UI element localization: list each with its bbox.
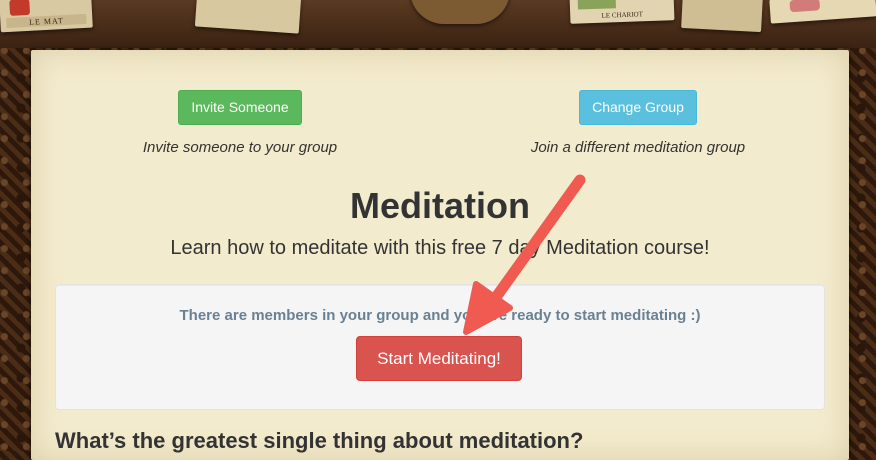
status-message: There are members in your group and you …	[179, 307, 701, 324]
card-artwork	[577, 0, 617, 10]
change-group-section: Change Group Join a different meditation…	[508, 90, 768, 156]
tarot-card-le-chariot: LE CHARIOT	[569, 0, 675, 24]
content-panel: Invite Someone Invite someone to your gr…	[31, 50, 849, 460]
change-group-caption: Join a different meditation group	[530, 139, 746, 156]
start-meditating-button[interactable]: Start Meditating!	[356, 336, 522, 381]
start-panel: There are members in your group and you …	[55, 284, 825, 410]
page-title: Meditation	[350, 185, 530, 226]
invite-someone-button[interactable]: Invite Someone	[178, 90, 302, 125]
tarot-card	[681, 0, 763, 33]
decorative-header: LE MAT LE CHARIOT	[0, 0, 876, 48]
tarot-card	[194, 0, 302, 34]
invite-caption: Invite someone to your group	[142, 139, 338, 156]
hat-decoration	[410, 0, 510, 24]
card-label: LE CHARIOT	[601, 10, 644, 20]
tarot-card	[769, 0, 876, 24]
card-artwork	[789, 0, 821, 13]
page-subtitle: Learn how to meditate with this free 7 d…	[170, 237, 710, 259]
tarot-card-le-mat: LE MAT	[0, 0, 93, 33]
invite-section: Invite Someone Invite someone to your gr…	[110, 90, 370, 156]
section-heading: What’s the greatest single thing about m…	[55, 428, 584, 453]
card-artwork	[9, 0, 31, 16]
change-group-button[interactable]: Change Group	[579, 90, 697, 125]
